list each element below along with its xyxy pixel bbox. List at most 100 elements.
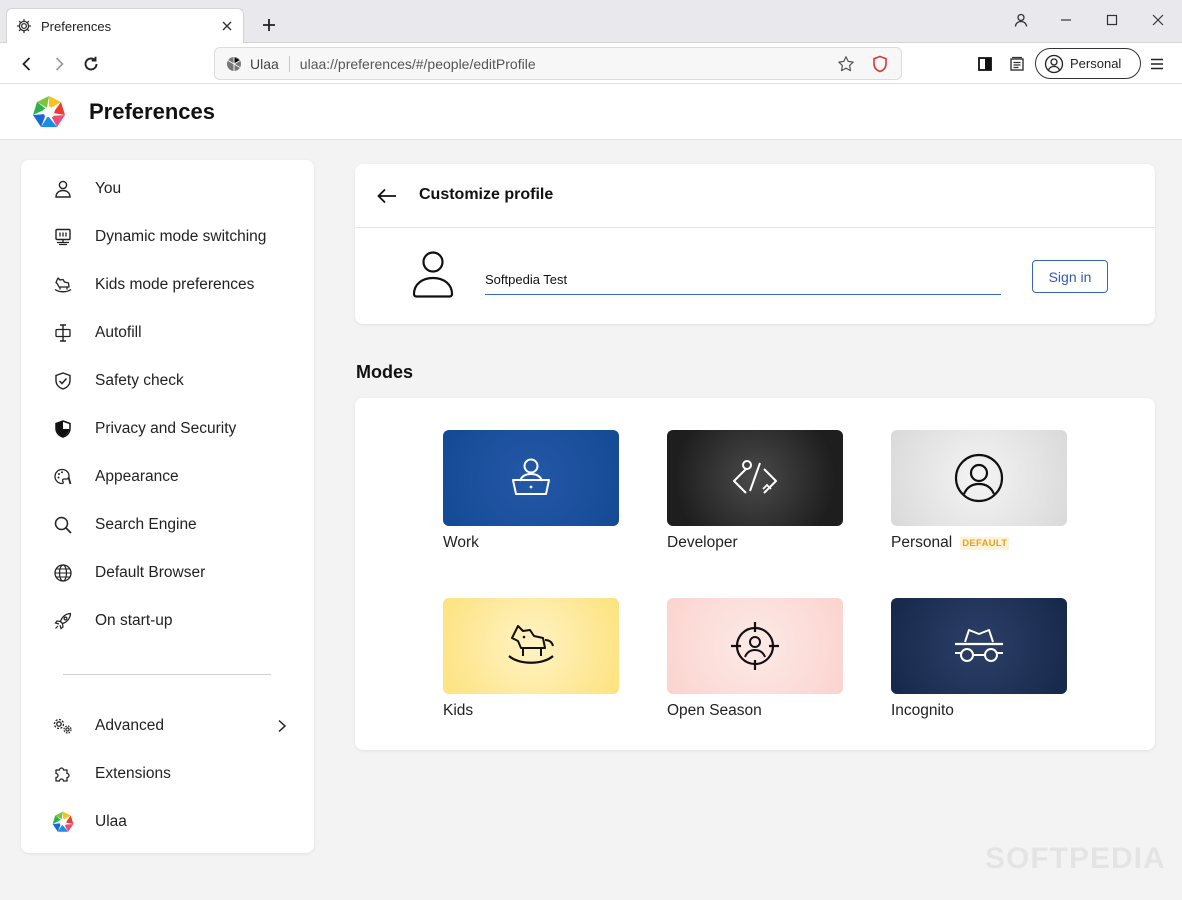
ulaa-logo-icon: [51, 810, 75, 834]
user-circle-icon: [1044, 54, 1064, 73]
sidebar-item-label: Privacy and Security: [95, 420, 237, 437]
title-bar: Preferences: [0, 0, 1182, 43]
rocking-horse-icon: [51, 273, 75, 297]
crosshair-user-icon: [731, 622, 779, 670]
mode-personal[interactable]: Personal DEFAULT: [891, 430, 1067, 552]
modes-section-title: Modes: [356, 362, 414, 382]
back-arrow-icon[interactable]: [375, 184, 399, 208]
sidebar-item-extensions[interactable]: Extensions: [21, 754, 314, 794]
puzzle-icon: [51, 762, 75, 786]
sign-in-button[interactable]: Sign in: [1032, 260, 1108, 293]
shield-ad-blocker-icon[interactable]: [869, 53, 891, 75]
sidebar-item-label: Ulaa: [95, 813, 127, 830]
sidebar-item-kids-mode-preferences[interactable]: Kids mode preferences: [21, 265, 314, 305]
sidebar-item-label: On start-up: [95, 612, 173, 629]
mode-work[interactable]: Work: [443, 430, 619, 552]
shield-icon: [51, 417, 75, 441]
tab-preferences[interactable]: Preferences: [6, 8, 244, 43]
mode-label: Kids: [443, 702, 474, 719]
mode-tile[interactable]: [667, 430, 843, 526]
menu-icon[interactable]: [1145, 52, 1169, 76]
autofill-icon: [51, 321, 75, 345]
maximize-icon[interactable]: [1098, 6, 1126, 34]
mode-tile[interactable]: [891, 430, 1067, 526]
sidebar-item-you[interactable]: You: [21, 169, 314, 209]
page-header: Preferences: [0, 84, 1182, 140]
ulaa-logo-icon: [33, 96, 65, 127]
sidebar-item-label: Extensions: [95, 765, 171, 782]
browser-toolbar: Ulaa ulaa://preferences/#/people/editPro…: [0, 43, 1182, 84]
back-icon[interactable]: [14, 51, 40, 77]
sidebar-item-label: Default Browser: [95, 564, 206, 581]
profile-name-input[interactable]: [485, 264, 1001, 295]
url-separator: [288, 55, 290, 72]
mode-label: Developer: [667, 534, 738, 551]
sidebar-item-safety-check[interactable]: Safety check: [21, 361, 314, 401]
user-circle-icon: [954, 453, 1004, 503]
rocking-horse-icon: [508, 625, 554, 664]
sidebar-item-advanced[interactable]: Advanced: [21, 706, 314, 746]
forward-icon[interactable]: [46, 51, 72, 77]
sidebar-item-ulaa[interactable]: Ulaa: [21, 802, 314, 842]
modes-card: Work Developer Personal DEFAULT Kids Ope…: [355, 398, 1155, 750]
search-icon: [51, 513, 75, 537]
gears-icon: [51, 714, 75, 738]
shield-check-icon: [51, 369, 75, 393]
mode-incognito[interactable]: Incognito: [891, 598, 1067, 720]
sidebar-item-label: Autofill: [95, 324, 142, 341]
mode-label: Work: [443, 534, 479, 551]
palette-icon: [51, 465, 75, 489]
bookmark-star-icon[interactable]: [835, 53, 857, 75]
url-text[interactable]: ulaa://preferences/#/people/editProfile: [300, 56, 823, 72]
page-title: Preferences: [89, 99, 215, 124]
sidebar-item-default-browser[interactable]: Default Browser: [21, 553, 314, 593]
incognito-icon: [955, 629, 1003, 662]
globe-icon: [51, 561, 75, 585]
site-name: Ulaa: [250, 55, 279, 72]
close-tab-icon[interactable]: [219, 18, 235, 34]
reload-icon[interactable]: [78, 51, 104, 77]
card-title: Customize profile: [419, 186, 554, 203]
sidebar-item-label: Appearance: [95, 468, 179, 485]
sidebar-item-label: Kids mode preferences: [95, 276, 255, 293]
minimize-icon[interactable]: [1052, 6, 1080, 34]
settings-sidebar: You Dynamic mode switching Kids mode pre…: [21, 160, 314, 853]
mode-tile[interactable]: [443, 430, 619, 526]
mode-developer[interactable]: Developer: [667, 430, 843, 552]
sidebar-item-dynamic-mode-switching[interactable]: Dynamic mode switching: [21, 217, 314, 257]
mode-tile[interactable]: [667, 598, 843, 694]
profile-mode-button[interactable]: Personal: [1035, 48, 1141, 79]
mode-label: Open Season: [667, 702, 762, 719]
mode-tile[interactable]: [891, 598, 1067, 694]
mode-kids[interactable]: Kids: [443, 598, 619, 720]
mode-open-season[interactable]: Open Season: [667, 598, 843, 720]
card-header: Customize profile: [355, 164, 1155, 228]
address-bar[interactable]: Ulaa ulaa://preferences/#/people/editPro…: [214, 47, 902, 80]
sidebar-item-label: Search Engine: [95, 516, 197, 533]
sidebar-item-privacy-and-security[interactable]: Privacy and Security: [21, 409, 314, 449]
laptop-user-icon: [512, 458, 550, 495]
close-window-icon[interactable]: [1144, 6, 1172, 34]
sidebar-item-on-start-up[interactable]: On start-up: [21, 601, 314, 641]
code-icon: [733, 460, 777, 494]
reading-list-icon[interactable]: [1005, 52, 1029, 76]
rocket-icon: [51, 609, 75, 633]
sidebar-toggle-icon[interactable]: [973, 52, 997, 76]
softpedia-watermark: SOFTPEDIA: [985, 842, 1166, 875]
sidebar-item-label: Advanced: [95, 717, 164, 734]
sidebar-item-autofill[interactable]: Autofill: [21, 313, 314, 353]
profile-avatar-icon: [412, 251, 454, 298]
sidebar-item-label: You: [95, 180, 122, 197]
tab-title: Preferences: [41, 18, 112, 34]
mode-tile[interactable]: [443, 598, 619, 694]
new-tab-button[interactable]: [258, 14, 280, 36]
ulaa-site-icon: [225, 55, 243, 73]
monitor-icon: [51, 225, 75, 249]
sidebar-item-search-engine[interactable]: Search Engine: [21, 505, 314, 545]
mode-label: Incognito: [891, 702, 954, 719]
sidebar-divider: [63, 674, 271, 675]
chevron-right-icon: [272, 716, 292, 736]
sidebar-item-appearance[interactable]: Appearance: [21, 457, 314, 497]
account-icon[interactable]: [1007, 6, 1035, 34]
sidebar-item-label: Dynamic mode switching: [95, 228, 267, 245]
